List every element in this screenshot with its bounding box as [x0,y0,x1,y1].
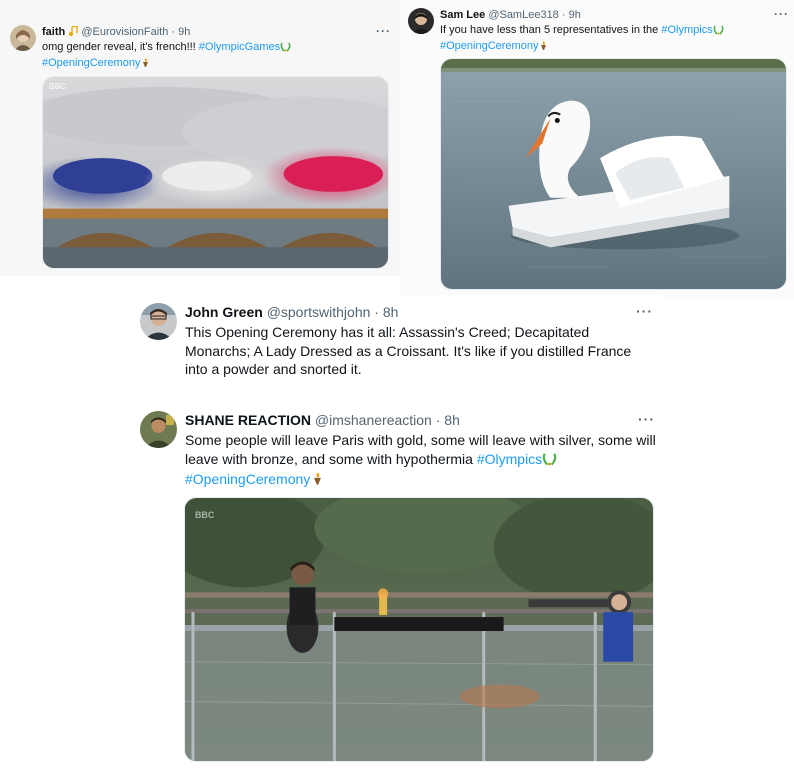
tweet-body: Some people will leave Paris with gold, … [185,432,656,467]
timestamp[interactable]: 8h [444,412,460,428]
tweet-media-image[interactable]: BBC [184,497,654,762]
olympic-laurel-icon [280,41,291,56]
timestamp[interactable]: 8h [383,304,399,320]
olympic-torch-icon [310,471,325,491]
olympic-laurel-icon [542,451,557,471]
hashtag-link[interactable]: #OpeningCeremony [440,40,538,52]
tweet-text: omg gender reveal, it's french!!! #Olymp… [42,40,392,72]
more-options-icon[interactable]: ··· [638,411,655,427]
more-options-icon[interactable]: ··· [774,7,789,21]
display-name[interactable]: faith [42,26,65,38]
timestamp[interactable]: 9h [569,9,581,21]
tweet-john-green[interactable]: John Green @sportswithjohn · 8h ··· This… [130,295,662,383]
hashtag-link[interactable]: #Olympics [661,24,712,36]
hashtag-link[interactable]: #OpeningCeremony [185,471,310,487]
tweet-text: This Opening Ceremony has it all: Assass… [185,324,632,377]
hashtag-link[interactable]: #OlympicGames [199,41,280,53]
tweet-media-image[interactable] [440,58,787,290]
tweet-sam-lee[interactable]: Sam Lee @SamLee318 · 9h ··· If you have … [400,0,794,298]
avatar[interactable] [10,25,36,51]
handle[interactable]: @sportswithjohn [267,304,371,320]
music-note-emoji [68,25,78,40]
olympic-torch-icon [140,57,151,72]
bbc-watermark: BBC [195,510,215,520]
handle[interactable]: @EurovisionFaith [81,26,168,38]
handle[interactable]: @imshanereaction [315,412,432,428]
hashtag-link[interactable]: #OpeningCeremony [42,57,140,69]
display-name[interactable]: John Green [185,304,263,320]
display-name[interactable]: Sam Lee [440,9,485,21]
tweet-body: If you have less than 5 representatives … [440,24,662,36]
tweet-text: Some people will leave Paris with gold, … [185,431,660,491]
tweet-shane-reaction[interactable]: SHANE REACTION @imshanereaction · 8h ···… [130,400,662,773]
tweet-faith[interactable]: faith @EurovisionFaith · 9h ··· omg gend… [0,0,400,276]
avatar[interactable] [140,303,177,340]
bbc-watermark: BBC [49,82,66,91]
avatar[interactable] [408,8,434,34]
separator: · [171,26,176,38]
more-options-icon[interactable]: ··· [636,303,653,319]
separator: · [374,304,379,320]
separator: · [561,9,566,21]
tweet-text: If you have less than 5 representatives … [440,23,790,55]
avatar[interactable] [140,411,177,448]
handle[interactable]: @SamLee318 [488,9,559,21]
tweet-body: omg gender reveal, it's french!!! [42,41,199,53]
hashtag-link[interactable]: #Olympics [477,451,542,467]
separator: · [435,412,441,428]
more-options-icon[interactable]: ··· [376,24,391,38]
display-name[interactable]: SHANE REACTION [185,412,311,428]
olympic-torch-icon [538,40,549,55]
tweet-media-image[interactable]: BBC [42,76,389,269]
olympic-laurel-icon [713,24,724,39]
timestamp[interactable]: 9h [178,26,190,38]
